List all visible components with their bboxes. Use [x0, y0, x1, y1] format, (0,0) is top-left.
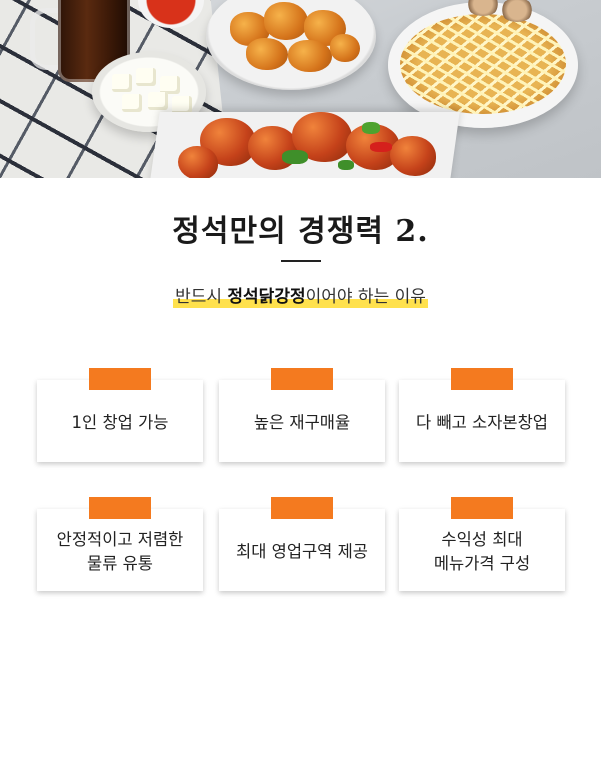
title-divider: [281, 260, 321, 262]
card-label: 다 빼고 소자본창업: [416, 413, 548, 432]
red-pepper: [370, 142, 392, 152]
green-pepper: [282, 150, 308, 164]
feature-card: 최대 영업구역 제공: [219, 497, 385, 591]
fried-chicken-plate: [206, 0, 376, 90]
card-tape-tab: [451, 368, 513, 390]
feature-card: 1인 창업 가능: [37, 368, 203, 462]
card-tape-tab: [271, 497, 333, 519]
green-pepper: [362, 122, 380, 134]
card-label: 1인 창업 가능: [71, 413, 169, 432]
subtitle-brand: 정석닭강정: [227, 287, 306, 307]
card-label: 높은 재구매율: [253, 413, 351, 432]
green-pepper: [338, 160, 354, 170]
section-title: 정석만의 경쟁력 2.: [172, 214, 429, 249]
feature-card: 안정적이고 저렴한 물류 유통: [37, 497, 203, 591]
card-label: 수익성 최대 메뉴가격 구성: [433, 530, 531, 573]
hero-food-image: [0, 0, 601, 178]
card-label: 안정적이고 저렴한 물류 유통: [56, 530, 184, 573]
feature-card: 수익성 최대 메뉴가격 구성: [399, 497, 565, 591]
glazed-chicken-piece: [178, 146, 218, 178]
feature-card: 높은 재구매율: [219, 368, 385, 462]
subtitle-row: 반드시 정석닭강정이어야 하는 이유: [0, 286, 601, 308]
card-tape-tab: [271, 368, 333, 390]
glazed-chicken-piece: [390, 136, 436, 176]
card-tape-tab: [89, 368, 151, 390]
card-label: 최대 영업구역 제공: [236, 542, 368, 561]
feature-card: 다 빼고 소자본창업: [399, 368, 565, 462]
subtitle-prefix: 반드시: [175, 287, 228, 307]
card-tape-tab: [89, 497, 151, 519]
subtitle-highlight: 반드시 정석닭강정이어야 하는 이유: [173, 286, 428, 308]
subtitle-suffix: 이어야 하는 이유: [305, 287, 426, 307]
mayo-drizzle: [400, 14, 566, 114]
card-tape-tab: [451, 497, 513, 519]
